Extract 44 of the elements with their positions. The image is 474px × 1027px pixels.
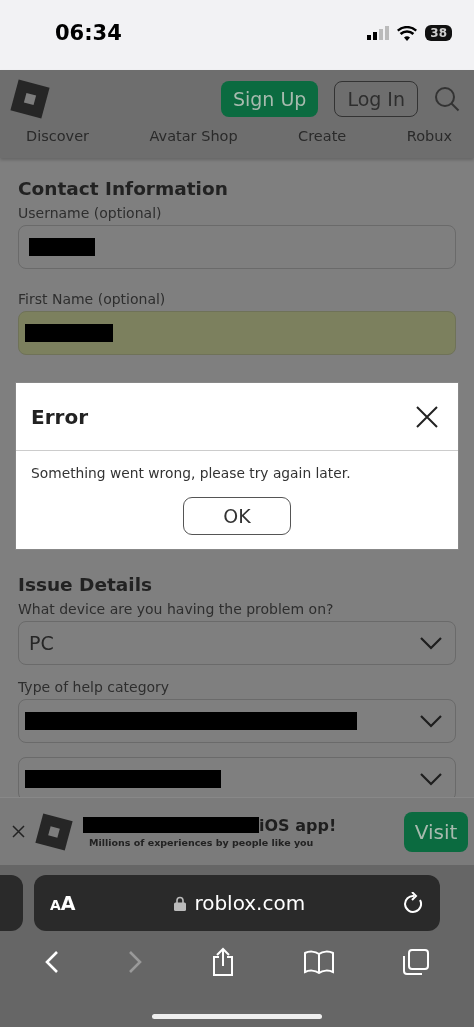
- field-label: Username (optional): [18, 205, 163, 221]
- dropdown-select[interactable]: [18, 699, 456, 743]
- dropdown-select[interactable]: [18, 757, 456, 797]
- sign-up-button[interactable]: Sign Up: [220, 81, 319, 117]
- chevron-down-icon: [419, 714, 443, 728]
- text-size-button[interactable]: AA: [50, 892, 76, 914]
- banner-subtitle: Millions of experiences by people like you: [88, 836, 315, 848]
- address-bar[interactable]: AA roblox.com: [34, 875, 440, 931]
- dropdown-select[interactable]: PC: [18, 621, 456, 665]
- nav-link[interactable]: Avatar Shop: [149, 128, 238, 144]
- field-label: What device are you having the problem on?: [18, 601, 335, 617]
- share-icon[interactable]: [210, 947, 235, 977]
- section-heading: Contact Information: [18, 178, 229, 199]
- field-label: Type of help category: [18, 679, 171, 695]
- nav-link[interactable]: Robux: [406, 128, 452, 144]
- signal-icon: [367, 26, 390, 40]
- input-field[interactable]: [18, 225, 456, 269]
- lock-icon: [174, 895, 187, 911]
- chevron-down-icon: [419, 636, 443, 650]
- nav-link[interactable]: Discover: [26, 128, 90, 144]
- reload-icon[interactable]: [404, 892, 424, 914]
- visit-button[interactable]: Visit: [404, 811, 468, 852]
- battery-indicator: 38: [425, 25, 452, 41]
- tab-preview[interactable]: [0, 875, 23, 931]
- tabs-icon[interactable]: [403, 949, 430, 975]
- banner-title: iOS app!: [259, 815, 337, 835]
- clock: 06:34: [55, 21, 122, 45]
- redaction-bar: [29, 238, 95, 256]
- chevron-down-icon: [419, 772, 443, 786]
- error-message: Something went wrong, please try again later.: [31, 465, 351, 481]
- input-field[interactable]: [18, 311, 456, 355]
- field-label: First Name (optional): [18, 291, 167, 307]
- select-value: PC: [28, 632, 55, 654]
- book-icon[interactable]: [304, 950, 335, 974]
- ok-button[interactable]: OK: [183, 497, 291, 535]
- url-text: roblox.com: [194, 891, 306, 915]
- search-icon[interactable]: [434, 86, 460, 112]
- section-heading: Issue Details: [18, 574, 153, 595]
- wifi-icon: [397, 25, 418, 41]
- back-icon[interactable]: [44, 950, 59, 974]
- close-icon[interactable]: [416, 405, 438, 428]
- dialog-title: Error: [31, 404, 88, 429]
- log-in-button[interactable]: Log In: [334, 81, 418, 117]
- nav-link[interactable]: Create: [298, 128, 347, 144]
